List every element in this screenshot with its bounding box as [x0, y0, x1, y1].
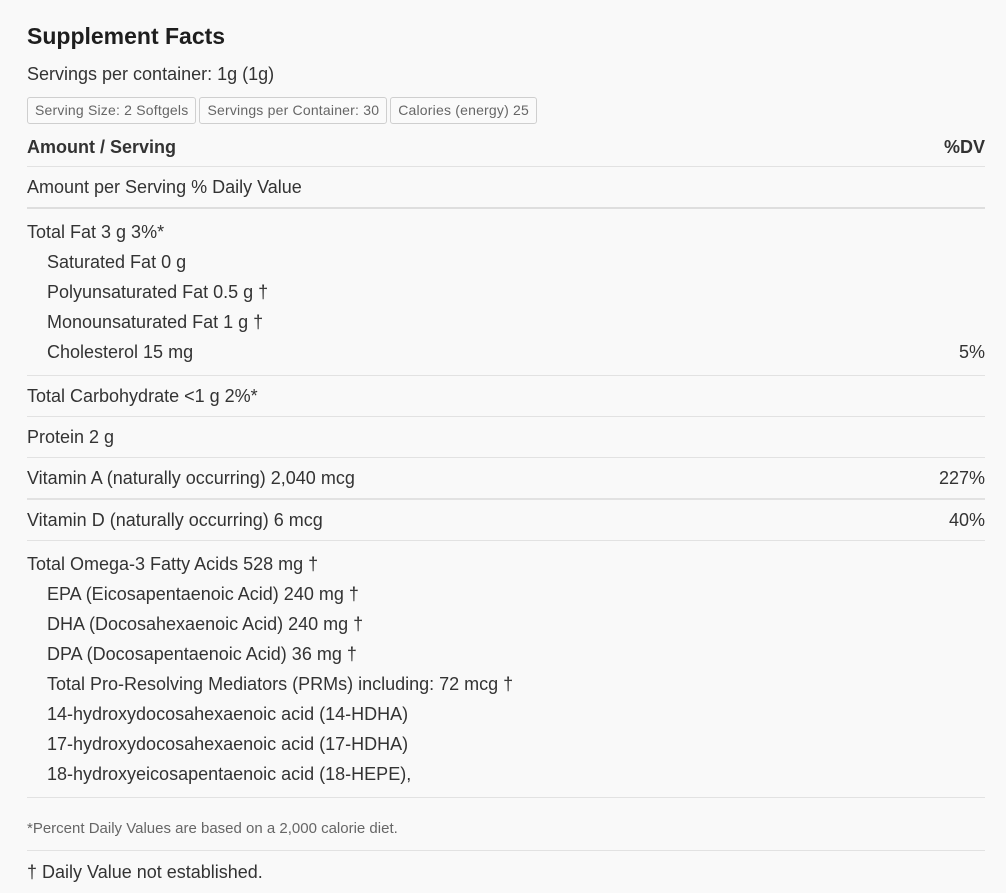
nutrient-label: Total Pro-Resolving Mediators (PRMs) inc… — [47, 673, 514, 694]
protein-section: Protein 2 g — [27, 417, 985, 458]
carbohydrate-section: Total Carbohydrate <1 g 2%* — [27, 376, 985, 417]
vitamin-a-section: Vitamin A (naturally occurring) 2,040 mc… — [27, 458, 985, 500]
nutrient-row: 18-hydroxyeicosapentaenoic acid (18-HEPE… — [27, 759, 985, 789]
nutrient-label: Monounsaturated Fat 1 g † — [47, 311, 264, 332]
nutrient-label: Total Omega-3 Fatty Acids 528 mg † — [27, 553, 319, 574]
nutrient-row: Protein 2 g — [27, 417, 985, 457]
nutrient-row: Total Fat 3 g 3%* — [27, 217, 985, 247]
nutrient-label: 18-hydroxyeicosapentaenoic acid (18-HEPE… — [47, 763, 412, 784]
nutrient-label: 17-hydroxydocosahexaenoic acid (17-HDHA) — [47, 733, 409, 754]
nutrient-label: Polyunsaturated Fat 0.5 g † — [47, 281, 269, 302]
nutrient-label: Saturated Fat 0 g — [47, 251, 187, 272]
servings-per-container: Servings per container: 1g (1g) — [27, 64, 275, 84]
nutrient-label: EPA (Eicosapentaenoic Acid) 240 mg † — [47, 583, 359, 604]
nutrient-label: 14-hydroxydocosahexaenoic acid (14-HDHA) — [47, 703, 409, 724]
nutrient-label: Vitamin A (naturally occurring) 2,040 mc… — [27, 467, 355, 488]
nutrient-label: Total Carbohydrate <1 g 2%* — [27, 385, 258, 406]
nutrient-row: Cholesterol 15 mg 5% — [27, 337, 985, 367]
servings-per-container-chip: Servings per Container: 30 — [199, 97, 388, 124]
omega-3-section: Total Omega-3 Fatty Acids 528 mg † EPA (… — [27, 541, 985, 798]
nutrient-row: Saturated Fat 0 g — [27, 247, 985, 277]
panel-title: Supplement Facts — [27, 23, 226, 49]
nutrient-label: DHA (Docosahexaenoic Acid) 240 mg † — [47, 613, 364, 634]
nutrient-dv: 5% — [958, 341, 985, 362]
serving-size-chip: Serving Size: 2 Softgels — [27, 97, 197, 124]
nutrient-row: DPA (Docosapentaenoic Acid) 36 mg † — [27, 639, 985, 669]
nutrient-label: Cholesterol 15 mg — [47, 341, 194, 362]
nutrient-row: Total Carbohydrate <1 g 2%* — [27, 376, 985, 416]
calories-chip: Calories (energy) 25 — [390, 97, 538, 124]
nutrient-row: DHA (Docosahexaenoic Acid) 240 mg † — [27, 609, 985, 639]
dagger-footnote: † Daily Value not established. — [27, 862, 263, 882]
nutrient-row: Total Omega-3 Fatty Acids 528 mg † — [27, 549, 985, 579]
nutrient-row: 14-hydroxydocosahexaenoic acid (14-HDHA) — [27, 699, 985, 729]
nutrient-dv: 40% — [948, 509, 985, 530]
nutrient-label: Vitamin D (naturally occurring) 6 mcg — [27, 509, 323, 530]
nutrient-row: Vitamin D (naturally occurring) 6 mcg 40… — [27, 500, 985, 540]
nutrient-label: Protein 2 g — [27, 426, 115, 447]
vitamin-d-section: Vitamin D (naturally occurring) 6 mcg 40… — [27, 500, 985, 541]
nutrient-row: EPA (Eicosapentaenoic Acid) 240 mg † — [27, 579, 985, 609]
nutrient-row: Monounsaturated Fat 1 g † — [27, 307, 985, 337]
serving-chips: Serving Size: 2 Softgels Servings per Co… — [27, 97, 985, 124]
table-header: Amount / Serving %DV — [27, 128, 985, 167]
nutrient-row: Vitamin A (naturally occurring) 2,040 mc… — [27, 458, 985, 498]
amount-per-serving-subhead: Amount per Serving % Daily Value — [27, 167, 985, 209]
fats-section: Total Fat 3 g 3%* Saturated Fat 0 g Poly… — [27, 209, 985, 376]
nutrient-dv: 227% — [938, 467, 985, 488]
dv-header: %DV — [943, 136, 985, 157]
nutrient-label: Total Fat 3 g 3%* — [27, 221, 165, 242]
supplement-facts-panel: Supplement Facts Servings per container:… — [0, 0, 1006, 885]
percent-dv-footnote: *Percent Daily Values are based on a 2,0… — [27, 798, 985, 851]
nutrient-row: Polyunsaturated Fat 0.5 g † — [27, 277, 985, 307]
amount-serving-header: Amount / Serving — [27, 136, 177, 157]
nutrient-label: DPA (Docosapentaenoic Acid) 36 mg † — [47, 643, 357, 664]
nutrient-row: Total Pro-Resolving Mediators (PRMs) inc… — [27, 669, 985, 699]
nutrient-row: 17-hydroxydocosahexaenoic acid (17-HDHA) — [27, 729, 985, 759]
